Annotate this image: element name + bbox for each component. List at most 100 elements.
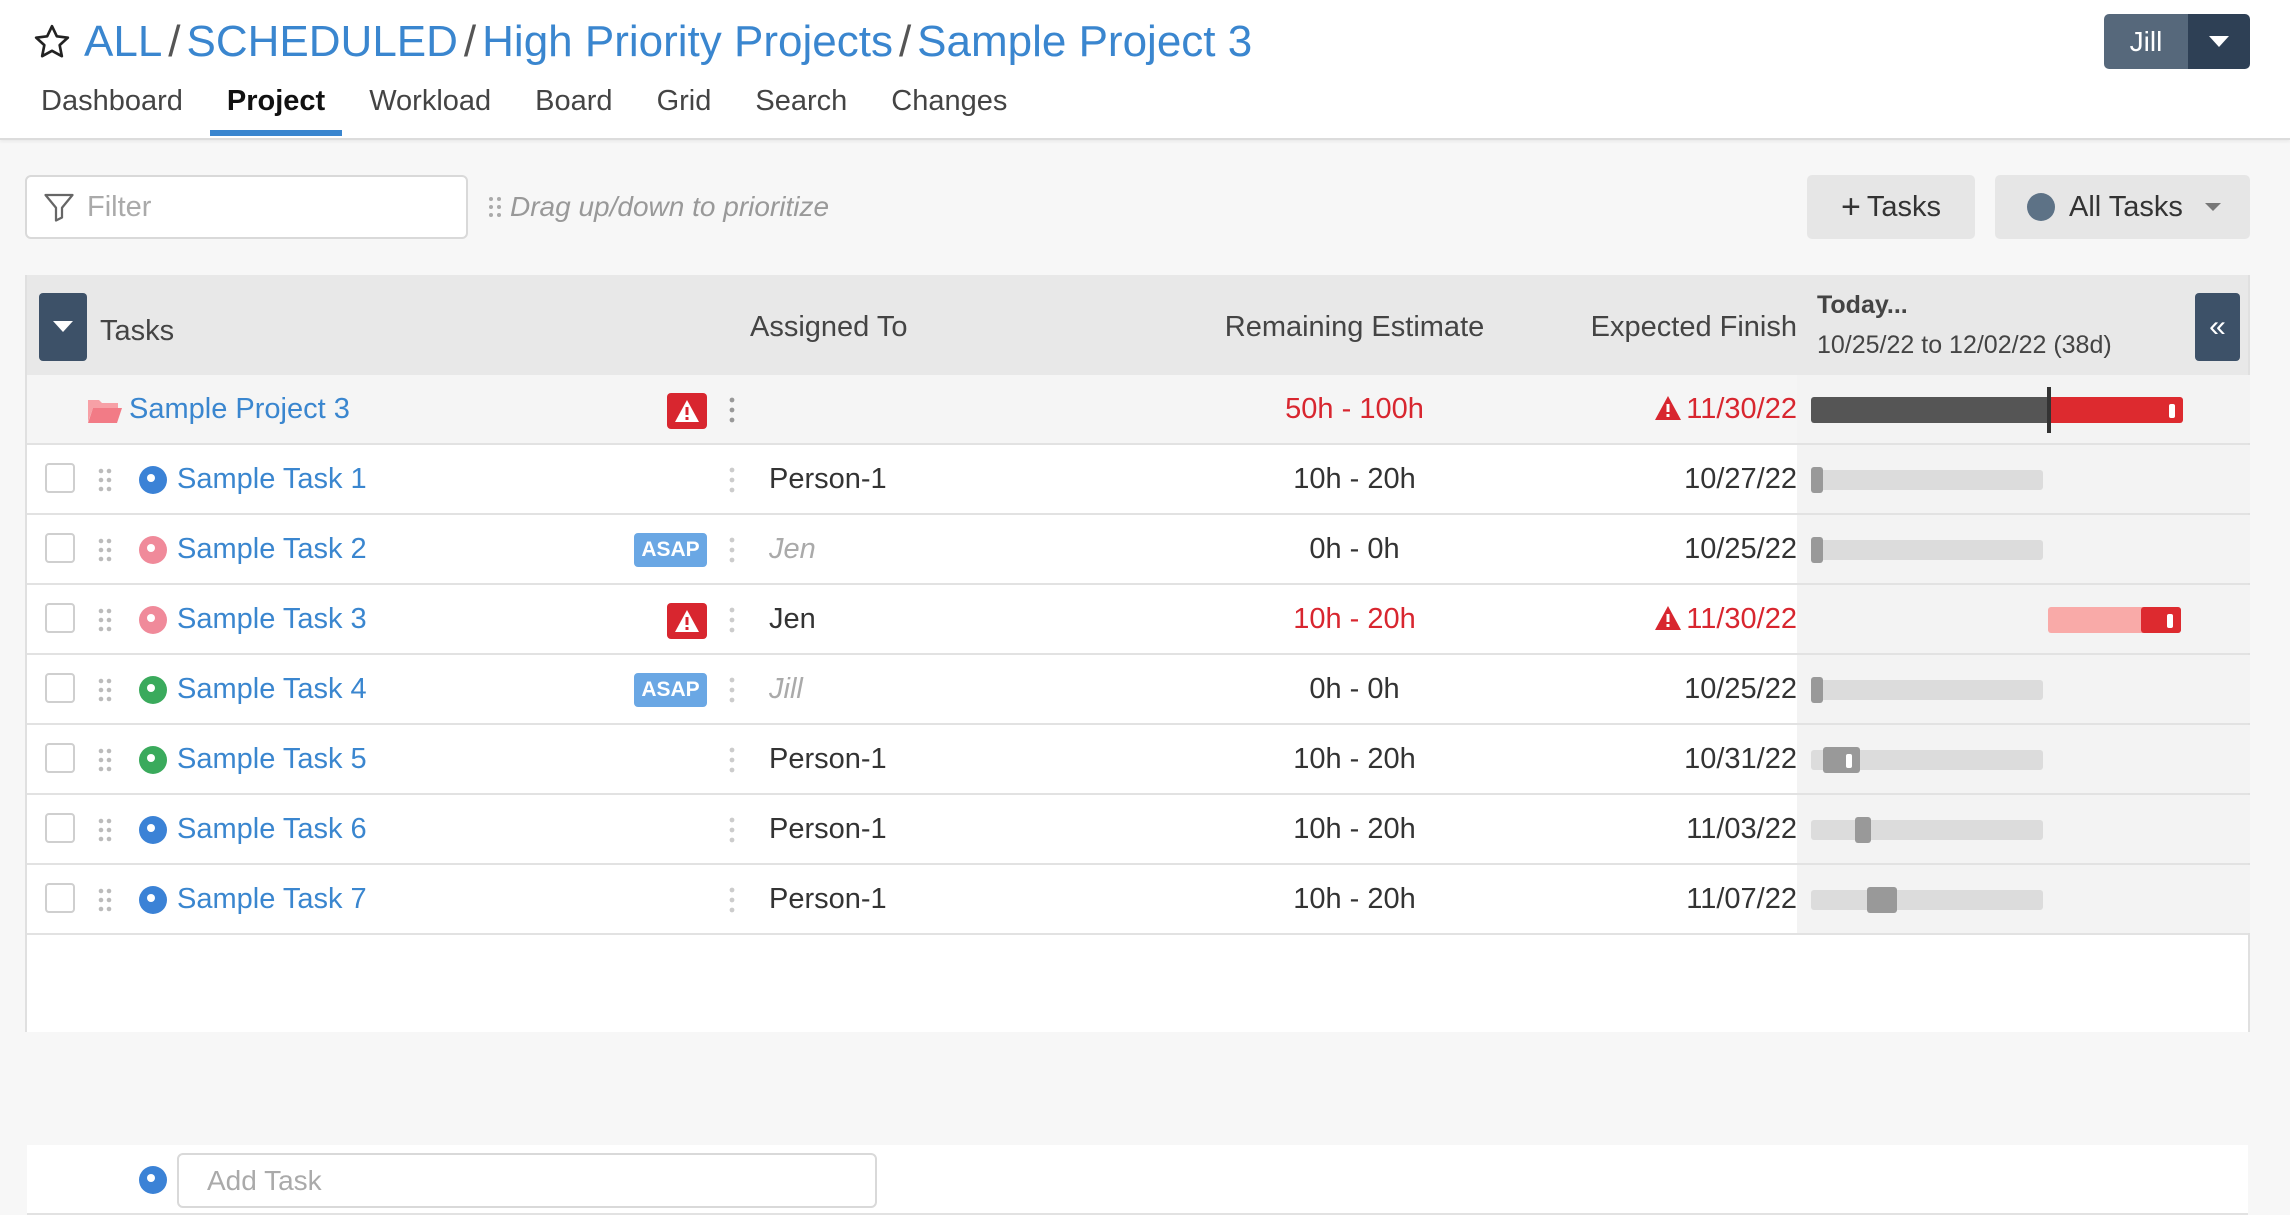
kebab-icon[interactable] bbox=[729, 537, 735, 563]
column-header-finish[interactable]: Expected Finish bbox=[1547, 311, 1797, 344]
gantt-bar[interactable] bbox=[1867, 887, 1897, 913]
status-icon[interactable] bbox=[139, 606, 167, 634]
asap-badge[interactable]: ASAP bbox=[634, 533, 707, 567]
task-row[interactable]: Sample Task 2 ASAP Jen 0h - 0h 10/25/22 bbox=[27, 515, 2250, 585]
task-row[interactable]: Sample Task 4 ASAP Jill 0h - 0h 10/25/22 bbox=[27, 655, 2250, 725]
filter-input[interactable] bbox=[85, 189, 429, 225]
task-row[interactable]: Sample Task 7 Person-1 10h - 20h 11/07/2… bbox=[27, 865, 2250, 935]
tab-project[interactable]: Project bbox=[209, 76, 343, 136]
drag-handle-icon[interactable] bbox=[97, 887, 113, 913]
gantt-late-bar[interactable] bbox=[2049, 397, 2183, 423]
task-remaining[interactable]: 10h - 20h bbox=[1217, 603, 1492, 636]
task-row[interactable]: Sample Task 3 Jen 10h - 20h 11/30/22 bbox=[27, 585, 2250, 655]
tab-board[interactable]: Board bbox=[518, 76, 629, 136]
task-name[interactable]: Sample Task 1 bbox=[177, 463, 367, 496]
tab-workload[interactable]: Workload bbox=[352, 76, 508, 136]
task-remaining[interactable]: 10h - 20h bbox=[1217, 883, 1492, 916]
breadcrumb-all[interactable]: ALL bbox=[84, 17, 162, 67]
user-menu-dropdown[interactable] bbox=[2188, 14, 2250, 69]
task-checkbox[interactable] bbox=[45, 813, 75, 843]
gantt-bar[interactable] bbox=[1811, 467, 1823, 493]
task-name[interactable]: Sample Task 3 bbox=[177, 603, 367, 636]
asap-badge[interactable]: ASAP bbox=[634, 673, 707, 707]
kebab-icon[interactable] bbox=[729, 467, 735, 493]
user-button[interactable]: Jill bbox=[2104, 14, 2188, 69]
tab-changes[interactable]: Changes bbox=[874, 76, 1024, 136]
star-icon[interactable] bbox=[32, 22, 72, 62]
status-icon[interactable] bbox=[139, 676, 167, 704]
task-assigned[interactable]: Person-1 bbox=[769, 883, 887, 916]
column-header-assigned[interactable]: Assigned To bbox=[750, 311, 907, 344]
task-row[interactable]: Sample Task 6 Person-1 10h - 20h 11/03/2… bbox=[27, 795, 2250, 865]
gantt-bar[interactable] bbox=[2141, 607, 2181, 633]
gantt-bar[interactable] bbox=[1811, 677, 1823, 703]
breadcrumb-scheduled[interactable]: SCHEDULED bbox=[187, 17, 458, 67]
gantt-bar[interactable] bbox=[1811, 537, 1823, 563]
warning-badge[interactable] bbox=[667, 393, 707, 429]
all-tasks-dropdown[interactable]: All Tasks bbox=[1995, 175, 2250, 239]
kebab-icon[interactable] bbox=[729, 817, 735, 843]
add-task-input[interactable] bbox=[177, 1153, 877, 1208]
status-icon[interactable] bbox=[139, 536, 167, 564]
task-checkbox[interactable] bbox=[45, 743, 75, 773]
gantt-bar[interactable] bbox=[1855, 817, 1871, 843]
kebab-icon[interactable] bbox=[729, 747, 735, 773]
drag-handle-icon[interactable] bbox=[97, 537, 113, 563]
project-name[interactable]: Sample Project 3 bbox=[129, 393, 350, 426]
tab-grid[interactable]: Grid bbox=[640, 76, 729, 136]
gantt-drag-handle[interactable] bbox=[2167, 614, 2173, 628]
task-name[interactable]: Sample Task 4 bbox=[177, 673, 367, 706]
task-assigned[interactable]: Person-1 bbox=[769, 813, 887, 846]
status-icon[interactable] bbox=[139, 466, 167, 494]
project-row[interactable]: Sample Project 3 50h - 100h 11/30/22 bbox=[27, 375, 2250, 445]
gantt-drag-handle[interactable] bbox=[2169, 404, 2175, 418]
kebab-icon[interactable] bbox=[729, 397, 735, 423]
task-assigned[interactable]: Person-1 bbox=[769, 463, 887, 496]
drag-handle-icon[interactable] bbox=[97, 747, 113, 773]
status-icon[interactable] bbox=[139, 746, 167, 774]
task-name[interactable]: Sample Task 6 bbox=[177, 813, 367, 846]
status-icon[interactable] bbox=[139, 816, 167, 844]
task-checkbox[interactable] bbox=[45, 463, 75, 493]
warning-badge[interactable] bbox=[667, 603, 707, 639]
task-assigned[interactable]: Jill bbox=[769, 673, 803, 706]
task-remaining[interactable]: 10h - 20h bbox=[1217, 743, 1492, 776]
kebab-icon[interactable] bbox=[729, 677, 735, 703]
task-name[interactable]: Sample Task 2 bbox=[177, 533, 367, 566]
breadcrumb-high-priority-projects[interactable]: High Priority Projects bbox=[482, 17, 893, 67]
task-remaining[interactable]: 0h - 0h bbox=[1217, 533, 1492, 566]
task-name[interactable]: Sample Task 7 bbox=[177, 883, 367, 916]
gantt-bar[interactable] bbox=[1823, 747, 1860, 773]
task-remaining[interactable]: 0h - 0h bbox=[1217, 673, 1492, 706]
gantt-drag-handle[interactable] bbox=[1846, 754, 1852, 768]
column-header-remaining[interactable]: Remaining Estimate bbox=[1217, 311, 1492, 344]
task-row[interactable]: Sample Task 5 Person-1 10h - 20h 10/31/2… bbox=[27, 725, 2250, 795]
task-assigned[interactable]: Person-1 bbox=[769, 743, 887, 776]
kebab-icon[interactable] bbox=[729, 887, 735, 913]
task-checkbox[interactable] bbox=[45, 673, 75, 703]
task-checkbox[interactable] bbox=[45, 533, 75, 563]
task-assigned[interactable]: Jen bbox=[769, 603, 816, 636]
drag-handle-icon[interactable] bbox=[97, 677, 113, 703]
task-checkbox[interactable] bbox=[45, 603, 75, 633]
tab-search[interactable]: Search bbox=[738, 76, 864, 136]
gantt-today-label[interactable]: Today... bbox=[1817, 291, 1908, 320]
kebab-icon[interactable] bbox=[729, 607, 735, 633]
collapse-gantt-button[interactable]: « bbox=[2195, 293, 2240, 361]
task-remaining[interactable]: 10h - 20h bbox=[1217, 813, 1492, 846]
collapse-all-button[interactable] bbox=[39, 293, 87, 361]
task-checkbox[interactable] bbox=[45, 883, 75, 913]
breadcrumb-project[interactable]: Sample Project 3 bbox=[917, 17, 1252, 67]
task-name[interactable]: Sample Task 5 bbox=[177, 743, 367, 776]
column-header-tasks[interactable]: Tasks bbox=[100, 315, 174, 348]
task-row[interactable]: Sample Task 1 Person-1 10h - 20h 10/27/2… bbox=[27, 445, 2250, 515]
tab-dashboard[interactable]: Dashboard bbox=[24, 76, 200, 136]
status-icon[interactable] bbox=[139, 886, 167, 914]
drag-handle-icon[interactable] bbox=[97, 817, 113, 843]
add-tasks-button[interactable]: + Tasks bbox=[1807, 175, 1975, 239]
task-remaining[interactable]: 10h - 20h bbox=[1217, 463, 1492, 496]
drag-handle-icon[interactable] bbox=[97, 607, 113, 633]
drag-handle-icon[interactable] bbox=[97, 467, 113, 493]
filter-field[interactable] bbox=[25, 175, 468, 239]
task-assigned[interactable]: Jen bbox=[769, 533, 816, 566]
